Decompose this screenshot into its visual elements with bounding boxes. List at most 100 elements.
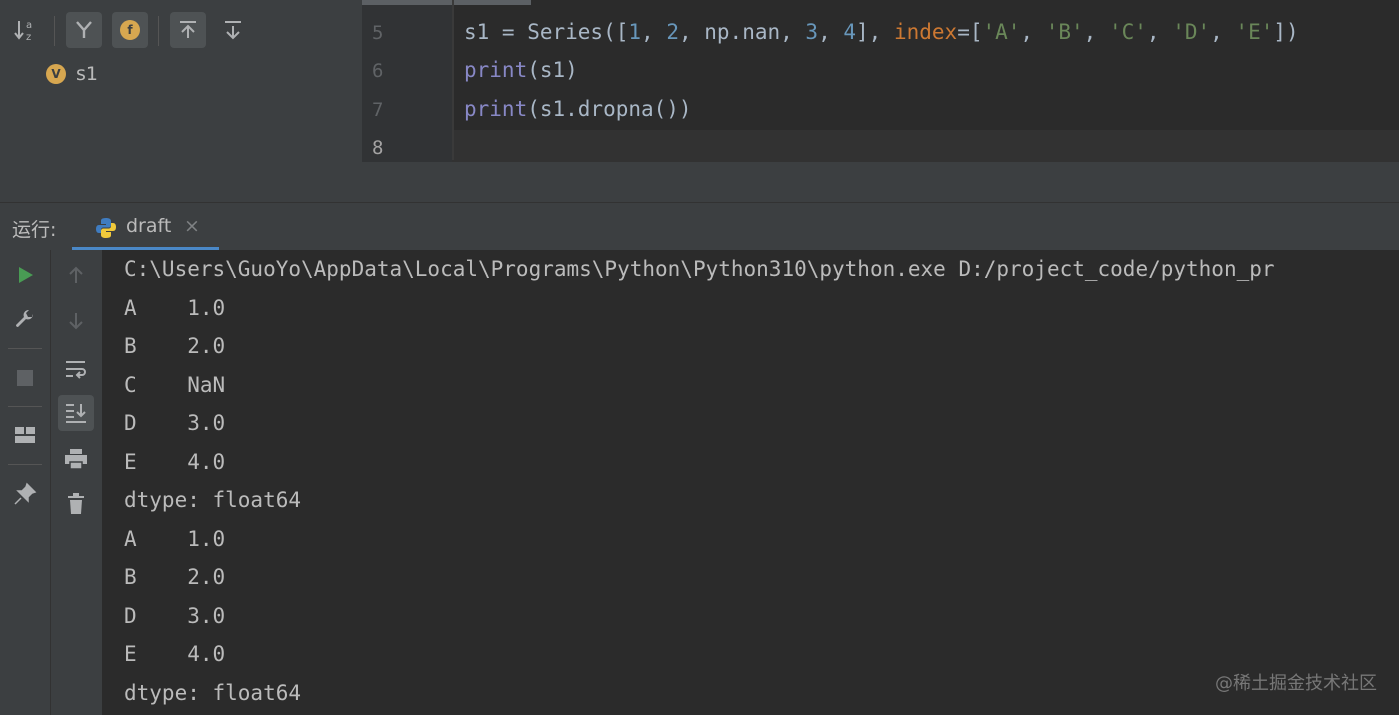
code-token: 'B' (1045, 20, 1084, 44)
line-number: 7 (372, 99, 384, 121)
svg-text:a: a (26, 20, 32, 31)
editor-tab-indicator (362, 0, 531, 5)
sort-alpha-icon: a z (14, 20, 32, 43)
soft-wrap-icon (66, 361, 86, 379)
code-token: 'E' (1235, 20, 1274, 44)
structure-toolbar: a z f (0, 6, 362, 52)
code-token: , (1210, 20, 1236, 44)
code-line: print(s1.dropna()) (464, 97, 692, 121)
code-token: 'C' (1108, 20, 1147, 44)
code-token: , (641, 20, 667, 44)
soft-wrap-button[interactable] (58, 351, 94, 387)
printer-icon (65, 449, 87, 470)
console-output-line: B 2.0 (124, 334, 226, 358)
toolbar-separator (54, 16, 55, 46)
code-token: ]) (1273, 20, 1299, 44)
svg-text:z: z (26, 32, 31, 43)
wrench-icon (16, 309, 34, 327)
code-token: , np.nan, (678, 20, 806, 44)
code-token: 4 (843, 20, 857, 44)
scroll-to-end-button[interactable] (58, 395, 94, 431)
toolbar-separator (158, 16, 159, 46)
code-editor[interactable]: 5 6 7 8 s1 = Series([1, 2, np.nan, 3, 4], i… (362, 0, 1399, 202)
editor-bottom-bar (362, 162, 1399, 202)
variable-name: s1 (76, 63, 98, 85)
console-output-line: E 4.0 (124, 450, 226, 474)
console-output-line: D 3.0 (124, 411, 226, 435)
expand-all-icon (180, 21, 196, 38)
rerun-button[interactable] (7, 257, 43, 293)
scroll-up-button[interactable] (58, 257, 94, 293)
code-token: (s1) (527, 58, 578, 82)
watermark: @稀土掘金技术社区 (1215, 673, 1377, 694)
stop-button[interactable] (7, 360, 43, 396)
print-button[interactable] (58, 441, 94, 477)
code-token: , (1083, 20, 1109, 44)
arrow-up-icon (69, 266, 83, 283)
python-icon (96, 218, 116, 238)
stop-icon (17, 370, 33, 386)
field-icon: f (120, 20, 140, 40)
code-token: ], (856, 20, 894, 44)
sort-alpha-button[interactable]: a z (8, 12, 44, 48)
console-command-line: C:\Users\GuoYo\AppData\Local\Programs\Py… (124, 257, 1275, 281)
arrow-down-icon (69, 313, 83, 330)
expand-all-button[interactable] (170, 12, 206, 48)
console-output-line: A 1.0 (124, 296, 226, 320)
console-output-line: dtype: float64 (124, 488, 302, 512)
code-token: 'D' (1172, 20, 1211, 44)
trash-icon (68, 493, 84, 514)
structure-item-s1[interactable]: V s1 (46, 62, 98, 86)
code-token: print (464, 97, 528, 121)
console-output-line: A 1.0 (124, 527, 226, 551)
code-token: (s1.dropna()) (527, 97, 692, 121)
show-fields-button[interactable]: f (112, 12, 148, 48)
scroll-to-end-icon (66, 404, 86, 423)
line-number: 5 (372, 22, 384, 44)
code-token: 3 (805, 20, 819, 44)
run-tab-draft[interactable]: draft × (72, 203, 219, 251)
variable-icon: V (46, 64, 66, 84)
filter-button[interactable] (66, 12, 102, 48)
console-output[interactable]: C:\Users\GuoYo\AppData\Local\Programs\Py… (102, 250, 1399, 715)
pin-icon (14, 482, 37, 505)
code-line: s1 = Series([1, 2, np.nan, 3, 4], index=… (464, 20, 1299, 44)
code-token: , (1146, 20, 1173, 44)
code-token: , (1020, 20, 1046, 44)
edit-configuration-button[interactable] (7, 302, 43, 338)
run-tab-label: draft (126, 215, 172, 237)
line-number: 6 (372, 60, 384, 82)
code-token: index (893, 20, 958, 44)
run-label: 运行: (12, 219, 57, 241)
clear-all-button[interactable] (58, 486, 94, 522)
toolbar-separator (8, 348, 42, 349)
current-line-highlight (452, 130, 1399, 162)
code-token: , (818, 20, 844, 44)
code-token: print (464, 58, 528, 82)
run-tool-window-header: 运行: draft × (0, 202, 1399, 251)
close-icon[interactable]: × (184, 215, 200, 237)
code-token: s1 = Series([ (464, 20, 629, 44)
collapse-all-icon (225, 21, 241, 40)
console-side-toolbar (50, 250, 103, 715)
code-token: 1 (628, 20, 642, 44)
console-output-line: C NaN (124, 373, 226, 397)
filter-icon (76, 21, 92, 38)
scroll-down-button[interactable] (58, 303, 94, 339)
pin-tab-button[interactable] (7, 476, 43, 512)
layout-icon (15, 427, 35, 443)
code-line: print(s1) (464, 58, 578, 82)
code-token: =[ (957, 20, 983, 44)
line-number: 8 (372, 137, 384, 159)
console-output-line: B 2.0 (124, 565, 226, 589)
console-output-line: D 3.0 (124, 604, 226, 628)
collapse-all-button[interactable] (215, 12, 251, 48)
toolbar-separator (8, 464, 42, 465)
toolbar-separator (8, 406, 42, 407)
code-token: 2 (666, 20, 679, 44)
run-side-toolbar (0, 250, 50, 715)
restore-layout-button[interactable] (7, 417, 43, 453)
gutter-divider (452, 0, 454, 160)
console-output-line: E 4.0 (124, 642, 226, 666)
structure-panel: a z f V s1 (0, 0, 362, 202)
